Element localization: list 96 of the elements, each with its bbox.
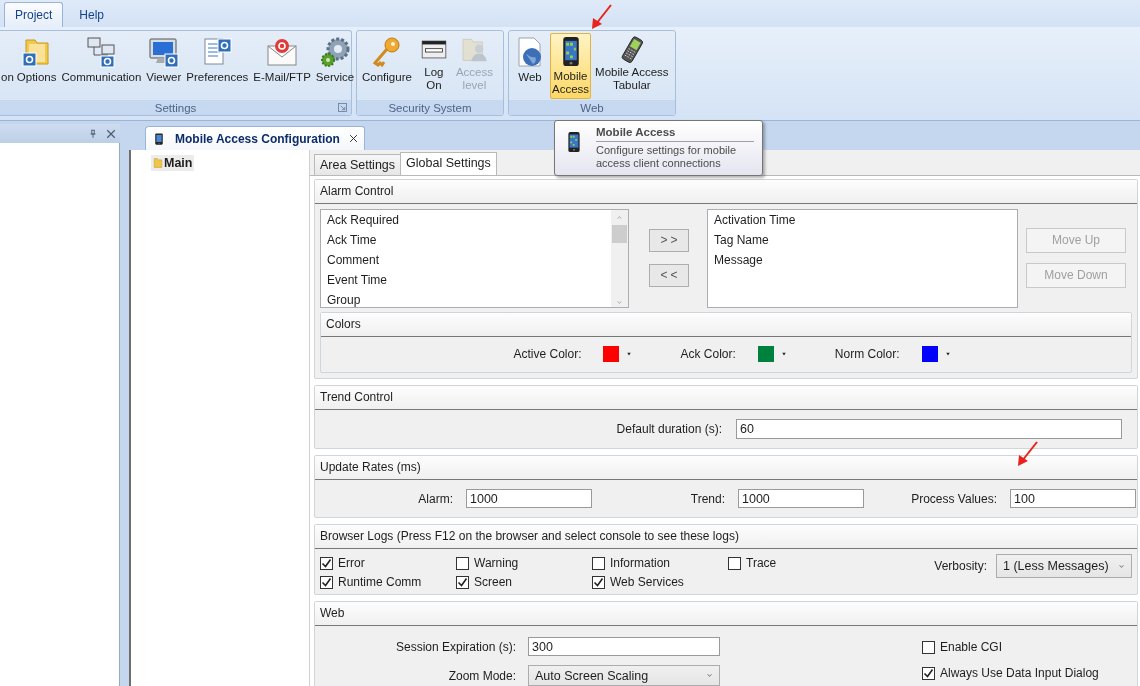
ribbon-button[interactable]: Communication (59, 33, 144, 95)
checkbox[interactable]: Always Use Data Input Dialog (922, 666, 1112, 680)
field-label: Active Color: (513, 347, 582, 361)
tree-item[interactable]: Main (151, 155, 195, 171)
ribbon-button[interactable]: Mobile Access Tabular (593, 33, 671, 95)
ribbon-button[interactable]: Log On (415, 33, 452, 95)
checkmark-icon (923, 667, 934, 679)
text-field[interactable]: 1000 (466, 489, 592, 508)
list-item[interactable]: Activation Time (714, 210, 1017, 230)
monitor-icon (147, 36, 180, 68)
list-item[interactable]: Ack Time (327, 230, 611, 250)
group-title: Settings (154, 101, 197, 114)
section-header: Trend Control (315, 386, 1137, 410)
checkbox[interactable]: Trace (728, 556, 864, 570)
settings-tab[interactable]: Global Settings (400, 152, 497, 175)
section-header: Browser Logs (Press F12 on the browser and select console to see these logs) (315, 525, 1137, 549)
chevron-icon (1118, 563, 1125, 569)
text-field[interactable]: 1000 (738, 489, 864, 508)
ribbon-tab[interactable]: Help (69, 3, 115, 27)
settings-tab[interactable]: Area Settings (314, 154, 402, 175)
text-field[interactable]: 60 (736, 419, 1122, 439)
checkmark-icon (593, 576, 604, 588)
ribbon-button[interactable]: Service (313, 33, 357, 95)
scrollbar[interactable] (611, 210, 628, 307)
ribbon-button[interactable]: Viewer (144, 33, 184, 95)
checkbox[interactable]: Warning (456, 556, 592, 570)
tooltip-text: Configure settings for mobile access client connections (596, 144, 737, 170)
add-button[interactable]: >> (649, 229, 689, 252)
list-item[interactable]: Event Time (327, 270, 611, 290)
ribbon-button[interactable]: on (0, 33, 16, 95)
folder-icon (153, 157, 163, 169)
color-picker[interactable] (603, 346, 633, 362)
text-field[interactable]: 300 (528, 637, 720, 656)
ribbon-button[interactable]: Mobile Access (550, 33, 592, 99)
gears-icon (319, 36, 351, 68)
field-label: Session Expiration (s): (394, 639, 516, 654)
checkbox[interactable]: Screen (456, 575, 592, 589)
group-title: Web (580, 101, 604, 114)
pin-icon (88, 128, 98, 139)
remove-button[interactable]: << (649, 264, 689, 287)
caret-icon (626, 352, 633, 356)
color-picker[interactable] (757, 346, 787, 362)
chevron-icon (616, 215, 623, 220)
section-header: Colors (321, 313, 1131, 337)
field-label: Alarm: (418, 491, 453, 506)
ribbon-button[interactable]: E-Mail/FTP (251, 33, 313, 95)
computers-icon (85, 36, 118, 68)
field-label: Default duration (s): (615, 422, 723, 436)
checkmark-icon (457, 576, 468, 588)
list-item[interactable]: Group (327, 290, 611, 307)
checkmark-icon (321, 557, 332, 569)
annotation-arrow (1018, 441, 1038, 466)
ribbon-button[interactable]: Configure (360, 33, 414, 95)
checkbox[interactable]: Error (320, 556, 456, 570)
chevron-icon (616, 300, 623, 305)
list-item[interactable]: Comment (327, 250, 611, 270)
section-header: Update Rates (ms) (315, 456, 1137, 480)
list-item[interactable]: Tag Name (714, 230, 1017, 250)
checkbox[interactable]: Web Services (592, 575, 728, 589)
list-item[interactable]: Ack Required (327, 210, 611, 230)
keys-icon (370, 36, 403, 68)
text-field[interactable]: 100 (1010, 489, 1136, 508)
field-label: Norm Color: (834, 347, 900, 361)
documents-icon (201, 36, 234, 68)
ribbon-button[interactable]: Web (512, 33, 548, 95)
ribbon-tab[interactable]: Project (4, 2, 64, 27)
checkbox[interactable]: Enable CGI (922, 640, 1112, 654)
field-label: Verbosity: (934, 559, 987, 573)
color-picker[interactable] (921, 346, 951, 362)
ribbon-button[interactable]: Preferences (184, 33, 251, 95)
field-label: Trend: (690, 491, 725, 506)
close-icon (106, 128, 116, 139)
close-icon (348, 134, 358, 143)
launcher-icon[interactable] (338, 103, 347, 112)
caret-icon (944, 352, 951, 356)
phone-icon (153, 130, 165, 147)
dropdown[interactable]: 1 (Less Messages) (996, 554, 1132, 578)
checkmark-icon (321, 576, 332, 588)
group-title: Security System (388, 101, 472, 114)
section-header: Web (315, 602, 1137, 626)
caret-icon (780, 352, 787, 356)
dropdown[interactable]: Auto Screen Scaling (528, 665, 720, 686)
field-label: Ack Color: (680, 347, 736, 361)
document-tab[interactable]: Mobile Access Configuration (145, 126, 365, 150)
ribbon-button[interactable]: Options (14, 33, 59, 95)
checkbox[interactable]: Runtime Comm (320, 575, 456, 589)
chevron-icon (706, 673, 713, 678)
field-label: Process Values: (911, 491, 997, 506)
envelope-icon (266, 36, 299, 68)
scrollbar-thumb[interactable] (612, 225, 627, 243)
annotation-arrow (592, 4, 612, 29)
section-header: Alarm Control (315, 180, 1137, 204)
field-label: Zoom Mode: (447, 668, 516, 683)
list-item[interactable]: Message (714, 250, 1017, 270)
tooltip-title: Mobile Access (596, 126, 754, 142)
checkbox[interactable]: Information (592, 556, 728, 570)
